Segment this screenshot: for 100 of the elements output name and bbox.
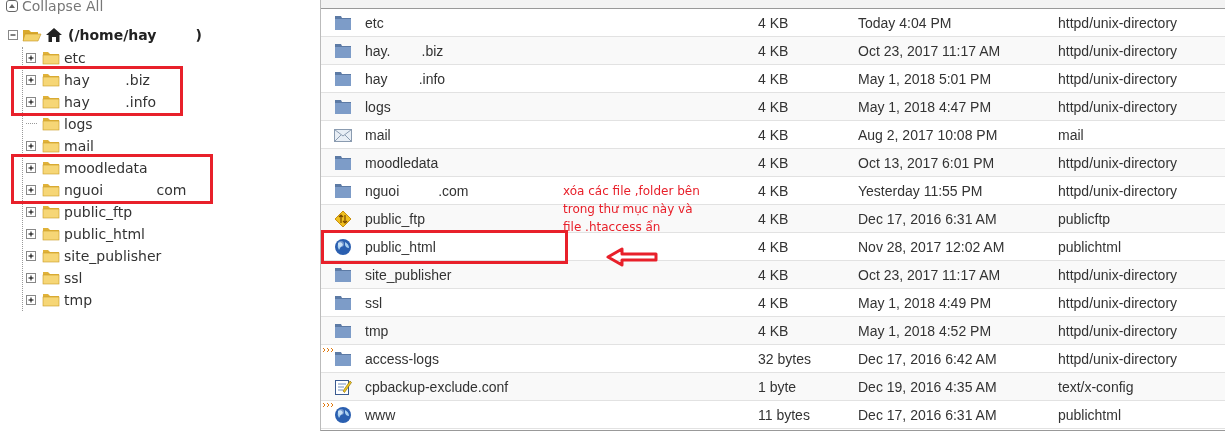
folder-icon xyxy=(334,182,352,199)
table-cell: text/x-config xyxy=(1058,378,1134,395)
table-cell-text: 1 byte xyxy=(758,378,798,395)
tree-root-label[interactable]: (/home/hay ) xyxy=(68,27,202,43)
folder-icon xyxy=(334,350,352,367)
table-cell-text: Dec 19, 2016 4:35 AM xyxy=(858,378,998,395)
folder-icon xyxy=(334,322,352,339)
file-name[interactable]: moodledata xyxy=(365,154,439,171)
open-folder-icon xyxy=(22,27,42,43)
table-cell-text: 4 KB xyxy=(758,14,790,31)
table-cell-text: 4 KB xyxy=(758,210,790,227)
folder-icon xyxy=(334,14,352,31)
transfer-icon xyxy=(334,209,352,228)
table-cell: httpd/unix-directory xyxy=(1058,70,1178,87)
collapse-all-link[interactable]: Collapse All xyxy=(0,0,320,16)
tree-item[interactable]: moodledata xyxy=(64,160,148,176)
file-name[interactable]: site_publisher xyxy=(365,266,452,283)
file-name[interactable]: logs xyxy=(365,98,391,115)
folder-icon xyxy=(42,161,60,175)
table-cell-text: 32 bytes xyxy=(758,350,812,367)
tree-item[interactable]: logs xyxy=(64,116,93,132)
table-cell-text: 11 bytes xyxy=(758,406,811,423)
file-name[interactable]: www xyxy=(365,406,396,423)
tree-item[interactable]: public_ftp xyxy=(64,204,133,220)
file-name[interactable]: hay .info xyxy=(365,70,446,87)
table-cell-text: 4 KB xyxy=(758,70,790,87)
notepad-pencil-icon xyxy=(334,377,352,396)
table-cell-text: 4 KB xyxy=(758,266,790,283)
folder-icon xyxy=(334,266,352,283)
table-cell-text: 4 KB xyxy=(758,154,790,171)
file-name[interactable]: public_html xyxy=(365,238,436,255)
folder-icon xyxy=(42,95,60,109)
table-cell-text: 4 KB xyxy=(758,42,790,59)
globe-icon xyxy=(334,237,352,256)
file-name[interactable]: mail xyxy=(365,126,391,143)
table-cell: httpd/unix-directory xyxy=(1058,322,1178,339)
table-cell-text: May 1, 2018 5:01 PM xyxy=(858,70,993,87)
file-name[interactable]: access-logs xyxy=(365,350,439,367)
folder-icon xyxy=(42,117,60,131)
table-cell-text: Dec 17, 2016 6:31 AM xyxy=(858,406,998,423)
table-cell-text: Today 4:04 PM xyxy=(858,14,953,31)
table-cell-text: May 1, 2018 4:52 PM xyxy=(858,322,993,339)
table-cell-text: Yesterday 11:55 PM xyxy=(858,182,984,199)
table-cell-text: Oct 13, 2017 6:01 PM xyxy=(858,154,996,171)
expand-icon[interactable] xyxy=(26,228,37,240)
table-cell-text: Dec 17, 2016 6:42 AM xyxy=(858,350,998,367)
tree-item[interactable]: nguoi com xyxy=(64,182,187,198)
table-cell: httpd/unix-directory xyxy=(1058,350,1178,367)
home-icon xyxy=(45,27,63,43)
table-cell-text: 4 KB xyxy=(758,322,790,339)
tree-item[interactable]: site_publisher xyxy=(64,248,162,264)
annotation-note: file .htaccess ẩn xyxy=(563,219,662,236)
tree-item[interactable]: mail xyxy=(64,138,94,154)
expand-icon[interactable] xyxy=(26,250,37,262)
table-cell-text: 4 KB xyxy=(758,294,790,311)
table-cell: httpd/unix-directory xyxy=(1058,42,1178,59)
file-name[interactable]: public_ftp xyxy=(365,210,425,227)
collapse-toggle-icon[interactable] xyxy=(8,29,19,41)
tree-item[interactable]: tmp xyxy=(64,292,92,308)
table-cell-text: Dec 17, 2016 6:31 AM xyxy=(858,210,998,227)
expand-icon[interactable] xyxy=(26,272,37,284)
expand-icon[interactable] xyxy=(26,140,37,152)
annotation-note: trong thư mục này và xyxy=(563,201,694,218)
folder-icon xyxy=(334,70,352,87)
tree-item[interactable]: hay .biz xyxy=(64,72,150,88)
file-name[interactable]: etc xyxy=(365,14,384,31)
file-name[interactable]: hay. .biz xyxy=(365,42,444,59)
expand-icon[interactable] xyxy=(26,74,37,86)
tree-item[interactable]: ssl xyxy=(64,270,83,286)
table-cell: httpd/unix-directory xyxy=(1058,14,1178,31)
table-cell-text: May 1, 2018 4:49 PM xyxy=(858,294,993,311)
expand-icon[interactable] xyxy=(26,184,37,196)
table-cell-text: May 1, 2018 4:47 PM xyxy=(858,98,993,115)
file-name[interactable]: cpbackup-exclude.conf xyxy=(365,378,509,395)
file-name[interactable]: ssl xyxy=(365,294,383,311)
table-cell: httpd/unix-directory xyxy=(1058,266,1178,283)
expand-icon[interactable] xyxy=(26,52,37,64)
table-cell: httpd/unix-directory xyxy=(1058,154,1178,171)
folder-icon xyxy=(334,98,352,115)
file-name[interactable]: tmp xyxy=(365,322,389,339)
table-cell-text: 4 KB xyxy=(758,126,790,143)
expand-icon[interactable] xyxy=(26,162,37,174)
folder-icon xyxy=(42,293,60,307)
table-cell-text: Oct 23, 2017 11:17 AM xyxy=(858,42,1002,59)
table-cell: httpd/unix-directory xyxy=(1058,294,1178,311)
folder-icon xyxy=(42,227,60,241)
folder-icon xyxy=(42,183,60,197)
expand-icon[interactable] xyxy=(26,96,37,108)
left-arrow xyxy=(606,247,660,267)
tree-item[interactable]: etc xyxy=(64,50,86,66)
table-cell: httpd/unix-directory xyxy=(1058,182,1178,199)
tree-item[interactable]: hay .info xyxy=(64,94,157,110)
expand-icon[interactable] xyxy=(26,294,37,306)
table-cell-text: 4 KB xyxy=(758,238,790,255)
table-cell-text: 4 KB xyxy=(758,98,790,115)
folder-icon xyxy=(42,139,60,153)
table-cell-text: Nov 28, 2017 12:02 AM xyxy=(858,238,1006,255)
file-name[interactable]: nguoi .com xyxy=(365,182,469,199)
expand-icon[interactable] xyxy=(26,206,37,218)
tree-item[interactable]: public_html xyxy=(64,226,145,242)
